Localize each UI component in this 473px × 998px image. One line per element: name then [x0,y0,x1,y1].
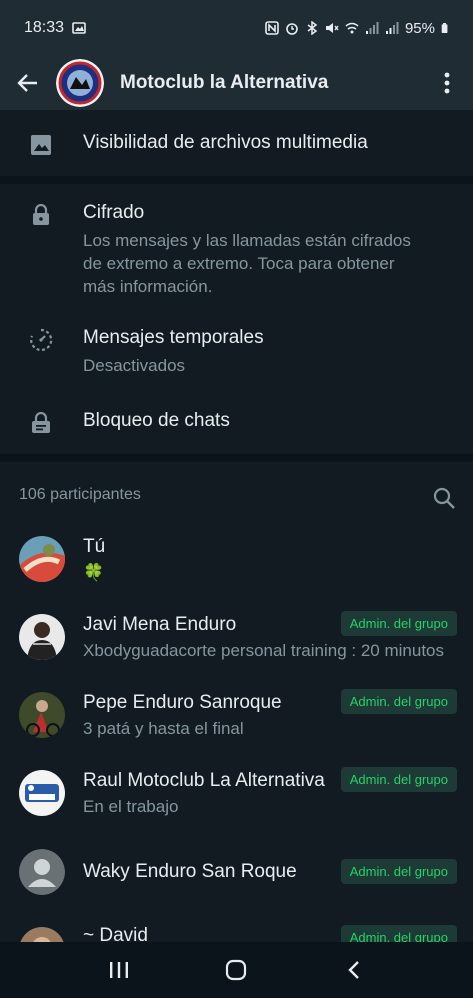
section-divider [0,454,473,462]
page-title[interactable]: Motoclub la Alternativa [120,72,328,94]
recent-apps-button[interactable] [104,955,134,985]
participant-status: 3 patá y hasta el final [83,719,244,738]
encryption-row[interactable]: Cifrado Los mensajes y las llamadas está… [0,184,473,304]
participant-row[interactable]: Raul Motoclub La Alternativa Admin. del … [0,755,473,833]
battery-percent: 95% [404,19,435,37]
group-logo-icon [56,59,104,107]
encryption-description: Los mensajes y las llamadas están cifrad… [83,231,411,296]
disappearing-title: Mensajes temporales [83,327,264,348]
overflow-menu-button[interactable] [433,67,461,99]
admin-badge: Admin. del grupo [340,859,457,884]
status-bar: 18:33 95% [0,0,473,56]
back-button[interactable] [0,56,56,110]
participants-count: 106 participantes [19,486,141,503]
app-bar: Motoclub la Alternativa [0,56,473,110]
bluetooth-icon [307,21,318,35]
default-avatar-icon [19,849,65,895]
home-button[interactable] [221,955,251,985]
admin-badge: Admin. del grupo [340,767,457,792]
avatar [19,536,65,582]
participant-status: En el trabajo [83,797,179,816]
lock-icon [28,202,54,228]
admin-badge: Admin. del grupo [340,689,457,714]
home-icon [226,959,247,981]
system-back-button[interactable] [339,955,369,985]
chat-lock-row[interactable]: Bloqueo de chats [0,396,473,452]
disappearing-messages-row[interactable]: Mensajes temporales Desactivados [0,314,473,384]
avatar [19,770,65,816]
wifi-icon [345,22,359,34]
mute-icon [325,23,339,33]
alarm-icon [286,23,298,35]
chat-lock-title: Bloqueo de chats [83,410,230,431]
signal-icon-2 [385,22,399,34]
chevron-left-icon [348,961,359,979]
image-icon [28,132,54,158]
system-navigation-bar [0,942,473,998]
participant-name: Pepe Enduro Sanroque [83,692,282,713]
participant-name: ~ David [83,925,148,942]
participant-name: Javi Mena Enduro [83,614,237,635]
avatar [19,927,65,942]
search-participants-button[interactable] [432,486,458,512]
avatar [19,692,65,738]
admin-badge: Admin. del grupo [340,925,457,942]
participant-name: Tú [83,536,106,557]
admin-badge: Admin. del grupo [340,611,457,636]
avatar [19,614,65,660]
status-time: 18:33 [24,19,65,36]
group-avatar[interactable] [56,59,104,107]
arrow-left-icon [17,74,37,92]
participant-row[interactable]: Javi Mena Enduro Admin. del grupo Xbodyg… [0,599,473,677]
more-vert-icon [444,72,450,94]
encryption-title: Cifrado [83,202,145,223]
nfc-icon [265,21,279,35]
participant-name: Raul Motoclub La Alternativa [83,770,325,791]
search-icon [433,487,455,509]
participant-row[interactable]: Waky Enduro San Roque Admin. del grupo [0,833,473,911]
participant-status: Xbodyguadacorte personal training : 20 m… [83,641,445,660]
media-visibility-row[interactable]: Visibilidad de archivos multimedia [0,110,473,176]
participant-name: Waky Enduro San Roque [83,861,297,882]
battery-icon [441,23,448,33]
participant-row[interactable]: ~ David Admin. del grupo [0,911,473,942]
media-visibility-label: Visibilidad de archivos multimedia [83,132,368,153]
participant-status: 🍀 [83,563,105,582]
section-divider [0,176,473,184]
signal-icon [365,22,379,34]
timer-icon [28,327,54,353]
participant-row[interactable]: Pepe Enduro Sanroque Admin. del grupo 3 … [0,677,473,755]
gallery-notification-icon [72,22,86,34]
disappearing-status: Desactivados [83,356,186,375]
chat-lock-icon [28,410,54,436]
participant-row[interactable]: Tú 🍀 [0,521,473,599]
recent-apps-icon [109,962,128,978]
